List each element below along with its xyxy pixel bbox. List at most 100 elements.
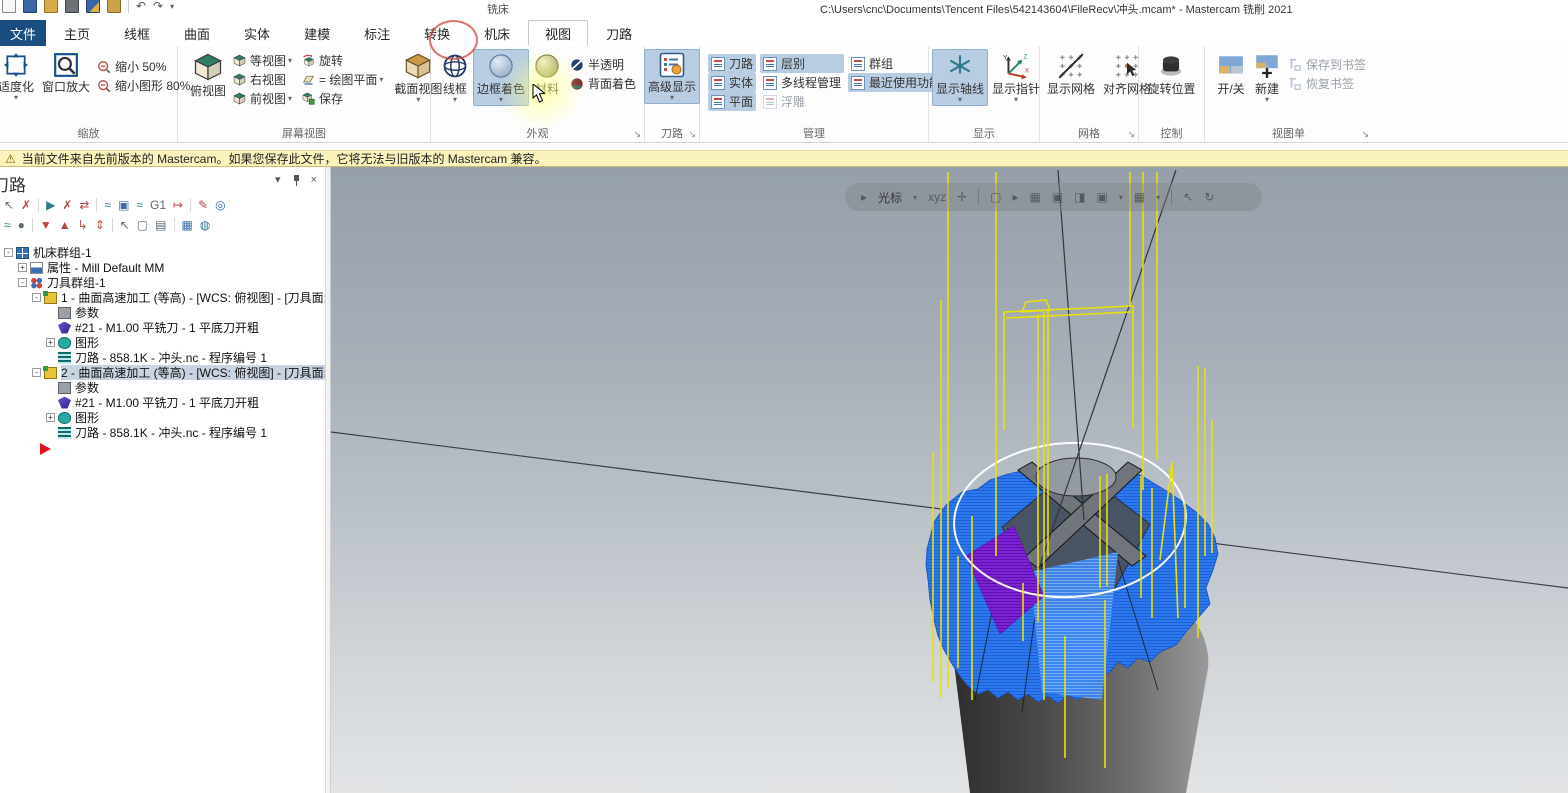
qat-dropdown-icon[interactable]: ▾ xyxy=(170,2,174,11)
viewsheets-dialog-launcher[interactable]: ↘ xyxy=(1361,129,1369,140)
show-axes-button[interactable]: 显示轴线▾ xyxy=(932,49,988,106)
tree-row-tool-1[interactable]: #21 - M1.00 平铣刀 - 1 平底刀开粗 xyxy=(0,320,325,335)
overlay-box3-icon[interactable]: ▦ xyxy=(1030,190,1041,204)
overlay-box4-icon[interactable]: ▣ xyxy=(1052,190,1063,204)
verify-options-icon[interactable]: ◍ xyxy=(200,218,210,232)
manage-solids-button[interactable]: 实体 xyxy=(708,73,756,92)
tab-machine[interactable]: 机床 xyxy=(468,20,526,46)
select-all-icon[interactable]: ↖ xyxy=(4,198,14,212)
post-g1-icon[interactable]: G1 xyxy=(150,198,166,212)
tab-file[interactable]: 文件 xyxy=(0,20,46,46)
top-view-button[interactable]: 俯视图 xyxy=(186,49,230,101)
show-gnomon-button[interactable]: 显示指针▾ xyxy=(988,49,1044,106)
open-file-icon[interactable] xyxy=(44,0,58,13)
tab-toolpaths[interactable]: 刀路 xyxy=(590,20,648,46)
tab-view[interactable]: 视图 xyxy=(528,20,588,46)
spin-position-button[interactable]: 旋转位置 xyxy=(1143,49,1199,99)
only-display-icon[interactable]: ↖ xyxy=(120,218,130,232)
tab-solids[interactable]: 实体 xyxy=(228,20,286,46)
scroll-insert-icon[interactable]: ⇕ xyxy=(95,218,105,232)
run-operation-icon[interactable]: ▶ xyxy=(46,198,55,212)
redo-icon[interactable]: ↷ xyxy=(153,0,163,13)
overlay-xyz-icon[interactable]: xyz xyxy=(928,190,946,204)
viewport-overlay-toolbar[interactable]: ▸ 光标 ▾ xyz ✛ ▢ ▸ ▦ ▣ ◨ ▣ ▾ ▦ ▾ ↖ ↻ xyxy=(845,183,1262,211)
tree-row-properties[interactable]: + 属性 - Mill Default MM xyxy=(0,260,325,275)
move-insert-icon[interactable]: ↳ xyxy=(78,218,88,232)
grid-dialog-launcher[interactable]: ↘ xyxy=(1127,129,1135,140)
viewsheet-new-button[interactable]: 新建▾ xyxy=(1249,49,1285,106)
right-view-button[interactable]: 右视图 xyxy=(230,70,295,89)
manage-toolpaths-button[interactable]: 刀路 xyxy=(708,54,756,73)
rotate-view-button[interactable]: 旋转 xyxy=(299,51,386,70)
overlay-box2-icon[interactable]: ▸ xyxy=(1012,190,1018,204)
send-machine-icon[interactable]: ↦ xyxy=(173,198,183,212)
translucency-button[interactable]: 半透明 xyxy=(567,55,639,74)
save-icon[interactable] xyxy=(23,0,37,13)
tree-row-toolpath-2[interactable]: 刀路 - 858.1K - 冲头.nc - 程序编号 1 xyxy=(0,425,325,440)
toolpaths-dialog-launcher[interactable]: ↘ xyxy=(688,129,696,140)
new-file-icon[interactable] xyxy=(2,0,16,13)
panel-close-icon[interactable]: × xyxy=(311,174,317,186)
display-options-icon[interactable]: ▤ xyxy=(155,218,166,232)
overlay-dropdown2-icon[interactable]: ▾ xyxy=(1119,193,1123,202)
overlay-box1-icon[interactable]: ▢ xyxy=(990,190,1001,204)
print-icon[interactable] xyxy=(65,0,79,13)
panel-pin-icon[interactable] xyxy=(291,174,301,186)
unselect-all-icon[interactable]: ✗ xyxy=(21,198,31,212)
window-zoom-button[interactable]: 窗口放大 xyxy=(38,49,94,97)
tab-drafting[interactable]: 标注 xyxy=(348,20,406,46)
tree-row-machine-group[interactable]: - 机床群组-1 xyxy=(0,245,325,260)
tree-row-geometry-1[interactable]: + 图形 xyxy=(0,335,325,350)
outline-shaded-button[interactable]: 边框着色▾ xyxy=(473,49,529,106)
backplot-icon[interactable]: ≈ xyxy=(104,198,111,212)
overlay-grid-icon[interactable]: ▦ xyxy=(1134,190,1145,204)
save-view-button[interactable]: 保存 xyxy=(299,89,386,108)
panel-menu-icon[interactable]: ▾ xyxy=(275,173,281,186)
overlay-box6-icon[interactable]: ▣ xyxy=(1097,190,1108,204)
tab-model-prep[interactable]: 建模 xyxy=(288,20,346,46)
graphics-viewport[interactable]: ▸ 光标 ▾ xyz ✛ ▢ ▸ ▦ ▣ ◨ ▣ ▾ ▦ ▾ ↖ ↻ xyxy=(331,167,1568,793)
move-up-icon[interactable]: ▲ xyxy=(59,218,71,232)
overlay-selection-icon[interactable]: ▸ xyxy=(861,190,867,204)
front-view-button[interactable]: 前视图▾ xyxy=(230,89,295,108)
tree-row-operation-1[interactable]: - 1 - 曲面高速加工 (等高) - [WCS: 俯视图] - [刀具面: 俯… xyxy=(0,290,325,305)
wireframe-display-button[interactable]: 线框▾ xyxy=(437,49,473,106)
edit-nc-icon[interactable]: ✎ xyxy=(198,198,208,212)
tree-row-operation-2[interactable]: - 2 - 曲面高速加工 (等高) - [WCS: 俯视图] - [刀具面: 俯… xyxy=(0,365,325,380)
viewsheet-toggle-button[interactable]: 开/关 xyxy=(1213,49,1249,99)
toolpath-display-icon[interactable]: ≈ xyxy=(4,218,11,232)
tab-wireframe[interactable]: 线框 xyxy=(108,20,166,46)
advanced-display-button[interactable]: 高级显示▾ xyxy=(644,49,700,104)
manage-levels-button[interactable]: 层别 xyxy=(760,54,844,73)
tree-insert-marker[interactable] xyxy=(0,440,325,458)
tree-row-parameters-1[interactable]: 参数 xyxy=(0,305,325,320)
machine-sim-icon[interactable]: ▦ xyxy=(182,218,193,232)
regen-operations-icon[interactable]: ⇄ xyxy=(79,198,89,212)
overlay-cursor-label[interactable]: 光标 xyxy=(878,189,902,206)
tree-row-geometry-2[interactable]: + 图形 xyxy=(0,410,325,425)
help-icon[interactable]: ◎ xyxy=(215,198,225,212)
multithread-manager-button[interactable]: 多线程管理 xyxy=(760,73,844,92)
cplane-view-button[interactable]: = 绘图平面▾ xyxy=(299,70,386,89)
overlay-cursor-dropdown-icon[interactable]: ▾ xyxy=(913,193,917,202)
save-as-icon[interactable] xyxy=(86,0,100,13)
simulate-icon[interactable]: ≈ xyxy=(136,198,143,212)
fit-button[interactable]: 适度化▾ xyxy=(0,49,38,104)
ghost-toolpath-icon[interactable]: ● xyxy=(18,218,25,232)
tree-row-parameters-2[interactable]: 参数 xyxy=(0,380,325,395)
tree-row-tool-2[interactable]: #21 - M1.00 平铣刀 - 1 平底刀开粗 xyxy=(0,395,325,410)
overlay-refresh-icon[interactable]: ↻ xyxy=(1204,190,1214,204)
tab-home[interactable]: 主页 xyxy=(48,20,106,46)
tree-row-toolpath-1[interactable]: 刀路 - 858.1K - 冲头.nc - 程序编号 1 xyxy=(0,350,325,365)
overlay-box5-icon[interactable]: ◨ xyxy=(1074,190,1085,204)
verify-selected-icon[interactable]: ▣ xyxy=(118,198,129,212)
overlay-plus-icon[interactable]: ✛ xyxy=(957,190,967,204)
tree-row-tool-group[interactable]: - 刀具群组-1 xyxy=(0,275,325,290)
undo-icon[interactable]: ↶ xyxy=(136,0,146,13)
tab-transform[interactable]: 转换 xyxy=(408,20,466,46)
tab-surfaces[interactable]: 曲面 xyxy=(168,20,226,46)
backside-shading-button[interactable]: 背面着色 xyxy=(567,74,639,93)
show-grid-button[interactable]: 显示网格 xyxy=(1043,49,1099,99)
materials-button[interactable]: 材料 xyxy=(529,49,565,99)
clipboard-icon[interactable] xyxy=(107,0,121,13)
